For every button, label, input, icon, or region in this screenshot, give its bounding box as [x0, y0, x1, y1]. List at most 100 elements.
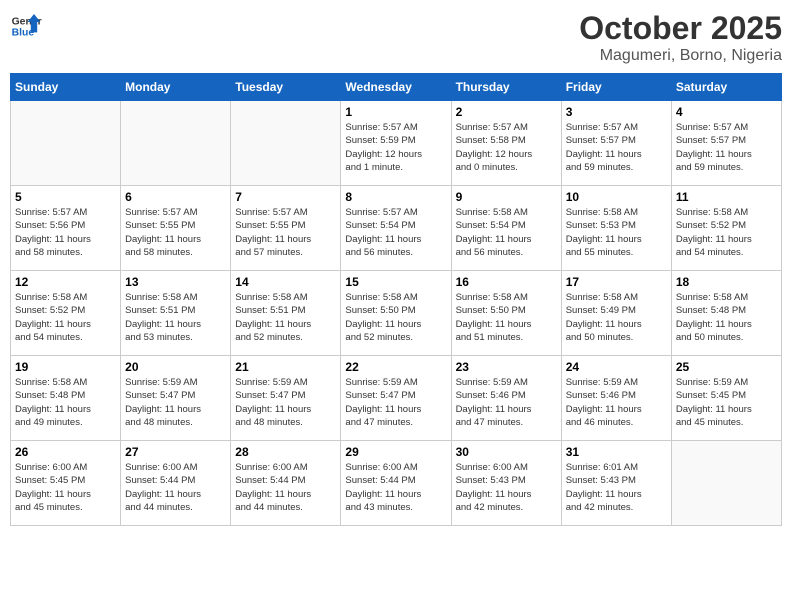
logo: General Blue — [10, 10, 42, 42]
day-info: Sunrise: 6:01 AM Sunset: 5:43 PM Dayligh… — [566, 461, 667, 514]
day-number: 17 — [566, 275, 667, 289]
day-number: 30 — [456, 445, 557, 459]
day-info: Sunrise: 6:00 AM Sunset: 5:44 PM Dayligh… — [125, 461, 226, 514]
calendar-cell: 10Sunrise: 5:58 AM Sunset: 5:53 PM Dayli… — [561, 186, 671, 271]
day-info: Sunrise: 5:57 AM Sunset: 5:58 PM Dayligh… — [456, 121, 557, 174]
weekday-header-sunday: Sunday — [11, 74, 121, 101]
calendar-table: SundayMondayTuesdayWednesdayThursdayFrid… — [10, 73, 782, 526]
location-title: Magumeri, Borno, Nigeria — [579, 47, 782, 65]
day-info: Sunrise: 5:58 AM Sunset: 5:52 PM Dayligh… — [676, 206, 777, 259]
day-number: 24 — [566, 360, 667, 374]
day-info: Sunrise: 5:58 AM Sunset: 5:53 PM Dayligh… — [566, 206, 667, 259]
calendar-cell: 15Sunrise: 5:58 AM Sunset: 5:50 PM Dayli… — [341, 271, 451, 356]
weekday-header-friday: Friday — [561, 74, 671, 101]
calendar-week-row: 19 Sunrise: 5:58 AM Sunset: 5:48 PM Dayli… — [11, 356, 782, 441]
calendar-cell: 22Sunrise: 5:59 AM Sunset: 5:47 PM Dayli… — [341, 356, 451, 441]
day-info: Sunrise: 5:58 AM Sunset: 5:50 PM Dayligh… — [456, 291, 557, 344]
day-number: 5 — [15, 190, 116, 204]
title-area: October 2025 Magumeri, Borno, Nigeria — [579, 10, 782, 65]
calendar-cell — [11, 101, 121, 186]
day-number: 28 — [235, 445, 336, 459]
day-number: 3 — [566, 105, 667, 119]
day-number: 21 — [235, 360, 336, 374]
day-number: 7 — [235, 190, 336, 204]
weekday-header-monday: Monday — [121, 74, 231, 101]
day-info: Sunrise: 5:57 AM Sunset: 5:55 PM Dayligh… — [125, 206, 226, 259]
day-info: Sunrise: 5:59 AM Sunset: 5:46 PM Dayligh… — [456, 376, 557, 429]
day-number: 19 — [15, 360, 116, 374]
calendar-week-row: 1 Sunrise: 5:57 AM Sunset: 5:59 PM Daylig… — [11, 101, 782, 186]
calendar-cell: 13 Sunrise: 5:58 AM Sunset: 5:51 PM Dayli… — [121, 271, 231, 356]
calendar-cell: 17Sunrise: 5:58 AM Sunset: 5:49 PM Dayli… — [561, 271, 671, 356]
calendar-cell — [671, 441, 781, 526]
calendar-cell — [121, 101, 231, 186]
day-number: 16 — [456, 275, 557, 289]
calendar-cell: 14 Sunrise: 5:58 AM Sunset: 5:51 PM Dayli… — [231, 271, 341, 356]
calendar-cell: 8 Sunrise: 5:57 AM Sunset: 5:54 PM Daylig… — [341, 186, 451, 271]
calendar-cell: 27 Sunrise: 6:00 AM Sunset: 5:44 PM Dayli… — [121, 441, 231, 526]
day-number: 1 — [345, 105, 446, 119]
calendar-week-row: 12Sunrise: 5:58 AM Sunset: 5:52 PM Dayli… — [11, 271, 782, 356]
day-number: 6 — [125, 190, 226, 204]
day-number: 27 — [125, 445, 226, 459]
day-number: 25 — [676, 360, 777, 374]
day-info: Sunrise: 5:59 AM Sunset: 5:45 PM Dayligh… — [676, 376, 777, 429]
calendar-cell: 21 Sunrise: 5:59 AM Sunset: 5:47 PM Dayli… — [231, 356, 341, 441]
day-info: Sunrise: 5:57 AM Sunset: 5:54 PM Dayligh… — [345, 206, 446, 259]
day-number: 2 — [456, 105, 557, 119]
day-info: Sunrise: 5:59 AM Sunset: 5:46 PM Dayligh… — [566, 376, 667, 429]
day-info: Sunrise: 5:57 AM Sunset: 5:56 PM Dayligh… — [15, 206, 116, 259]
page-header: General Blue October 2025 Magumeri, Born… — [10, 10, 782, 65]
calendar-cell: 30 Sunrise: 6:00 AM Sunset: 5:43 PM Dayli… — [451, 441, 561, 526]
logo-icon: General Blue — [10, 10, 42, 42]
weekday-header-thursday: Thursday — [451, 74, 561, 101]
calendar-cell: 3 Sunrise: 5:57 AM Sunset: 5:57 PM Daylig… — [561, 101, 671, 186]
day-info: Sunrise: 6:00 AM Sunset: 5:44 PM Dayligh… — [235, 461, 336, 514]
calendar-cell: 7Sunrise: 5:57 AM Sunset: 5:55 PM Daylig… — [231, 186, 341, 271]
day-number: 12 — [15, 275, 116, 289]
weekday-header-wednesday: Wednesday — [341, 74, 451, 101]
calendar-cell: 19 Sunrise: 5:58 AM Sunset: 5:48 PM Dayli… — [11, 356, 121, 441]
day-info: Sunrise: 5:58 AM Sunset: 5:51 PM Dayligh… — [235, 291, 336, 344]
weekday-header-row: SundayMondayTuesdayWednesdayThursdayFrid… — [11, 74, 782, 101]
day-info: Sunrise: 5:59 AM Sunset: 5:47 PM Dayligh… — [235, 376, 336, 429]
calendar-week-row: 5 Sunrise: 5:57 AM Sunset: 5:56 PM Daylig… — [11, 186, 782, 271]
day-info: Sunrise: 5:58 AM Sunset: 5:54 PM Dayligh… — [456, 206, 557, 259]
calendar-cell: 24 Sunrise: 5:59 AM Sunset: 5:46 PM Dayli… — [561, 356, 671, 441]
calendar-cell — [231, 101, 341, 186]
day-info: Sunrise: 5:58 AM Sunset: 5:48 PM Dayligh… — [15, 376, 116, 429]
calendar-cell: 5 Sunrise: 5:57 AM Sunset: 5:56 PM Daylig… — [11, 186, 121, 271]
calendar-cell: 11 Sunrise: 5:58 AM Sunset: 5:52 PM Dayli… — [671, 186, 781, 271]
day-number: 18 — [676, 275, 777, 289]
day-info: Sunrise: 5:58 AM Sunset: 5:51 PM Dayligh… — [125, 291, 226, 344]
day-info: Sunrise: 6:00 AM Sunset: 5:43 PM Dayligh… — [456, 461, 557, 514]
day-number: 31 — [566, 445, 667, 459]
day-info: Sunrise: 5:58 AM Sunset: 5:48 PM Dayligh… — [676, 291, 777, 344]
calendar-cell: 9 Sunrise: 5:58 AM Sunset: 5:54 PM Daylig… — [451, 186, 561, 271]
day-info: Sunrise: 5:58 AM Sunset: 5:50 PM Dayligh… — [345, 291, 446, 344]
day-number: 8 — [345, 190, 446, 204]
calendar-cell: 1 Sunrise: 5:57 AM Sunset: 5:59 PM Daylig… — [341, 101, 451, 186]
day-number: 13 — [125, 275, 226, 289]
calendar-cell: 16 Sunrise: 5:58 AM Sunset: 5:50 PM Dayli… — [451, 271, 561, 356]
day-number: 22 — [345, 360, 446, 374]
day-info: Sunrise: 5:57 AM Sunset: 5:59 PM Dayligh… — [345, 121, 446, 174]
calendar-week-row: 26Sunrise: 6:00 AM Sunset: 5:45 PM Dayli… — [11, 441, 782, 526]
calendar-cell: 23 Sunrise: 5:59 AM Sunset: 5:46 PM Dayli… — [451, 356, 561, 441]
day-number: 14 — [235, 275, 336, 289]
day-number: 11 — [676, 190, 777, 204]
day-number: 29 — [345, 445, 446, 459]
day-info: Sunrise: 5:57 AM Sunset: 5:57 PM Dayligh… — [676, 121, 777, 174]
month-title: October 2025 — [579, 10, 782, 47]
day-number: 23 — [456, 360, 557, 374]
day-info: Sunrise: 5:59 AM Sunset: 5:47 PM Dayligh… — [125, 376, 226, 429]
weekday-header-saturday: Saturday — [671, 74, 781, 101]
calendar-cell: 28 Sunrise: 6:00 AM Sunset: 5:44 PM Dayli… — [231, 441, 341, 526]
day-info: Sunrise: 6:00 AM Sunset: 5:45 PM Dayligh… — [15, 461, 116, 514]
calendar-cell: 31 Sunrise: 6:01 AM Sunset: 5:43 PM Dayli… — [561, 441, 671, 526]
day-number: 20 — [125, 360, 226, 374]
day-info: Sunrise: 5:57 AM Sunset: 5:57 PM Dayligh… — [566, 121, 667, 174]
calendar-cell: 20 Sunrise: 5:59 AM Sunset: 5:47 PM Dayli… — [121, 356, 231, 441]
day-number: 4 — [676, 105, 777, 119]
day-number: 9 — [456, 190, 557, 204]
